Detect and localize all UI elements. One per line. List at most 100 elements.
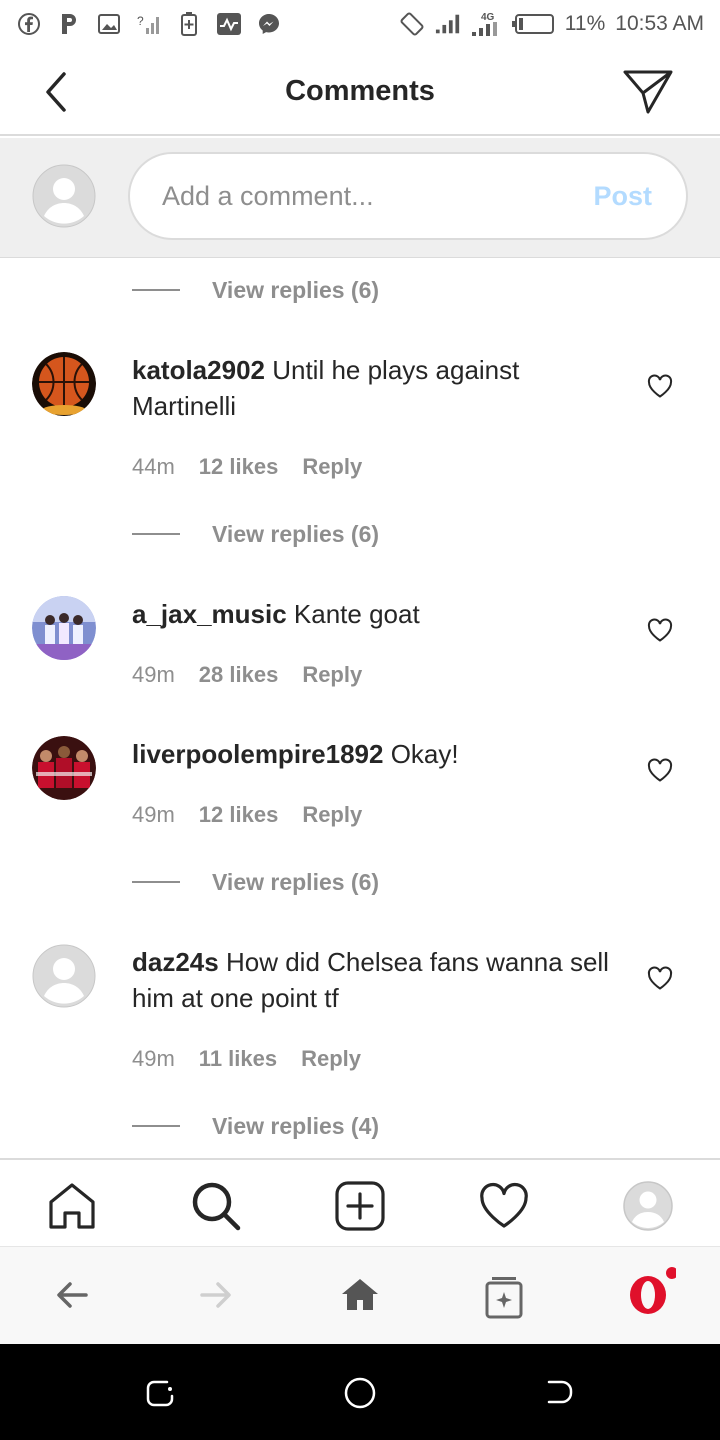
recents-icon — [146, 1380, 174, 1407]
signal-4g-icon: 4G — [471, 11, 501, 37]
chevron-left-icon — [46, 72, 66, 112]
recents-button[interactable] — [143, 1376, 177, 1410]
comment-username[interactable]: liverpoolempire1892 — [132, 739, 383, 769]
comment-meta: 44m 12 likes Reply — [132, 454, 362, 480]
comment-username[interactable]: a_jax_music — [132, 599, 287, 629]
avatar[interactable] — [32, 352, 96, 416]
system-navigation — [0, 1344, 720, 1440]
comment-likes[interactable]: 12 likes — [199, 454, 279, 480]
reply-button[interactable]: Reply — [302, 802, 362, 828]
arrow-left-icon — [57, 1282, 88, 1308]
home-icon — [49, 1183, 95, 1229]
comment-likes[interactable]: 28 likes — [199, 662, 279, 688]
like-heart-icon[interactable] — [646, 616, 674, 644]
default-avatar-icon — [32, 164, 96, 228]
comment-meta: 49m 12 likes Reply — [132, 802, 362, 828]
comment-username[interactable]: daz24s — [132, 947, 219, 977]
group-photo-avatar — [32, 596, 96, 660]
battery-icon — [511, 11, 555, 37]
default-avatar-icon — [32, 944, 96, 1008]
comment-input[interactable]: Add a comment... Post — [128, 152, 688, 240]
tabs-icon — [485, 1277, 523, 1319]
comment-message: Okay! — [390, 739, 459, 769]
search-icon — [192, 1182, 241, 1231]
comment-input-placeholder: Add a comment... — [162, 181, 374, 211]
like-heart-icon[interactable] — [646, 964, 674, 992]
comment-likes[interactable]: 11 likes — [199, 1046, 277, 1072]
avatar[interactable] — [32, 944, 96, 1008]
view-replies-label: View replies (6) — [212, 868, 380, 895]
home-filled-icon — [342, 1279, 378, 1310]
view-replies-label: View replies (6) — [212, 520, 380, 547]
comment-text: katola2902 Until he plays against Martin… — [132, 352, 612, 424]
circle-home-icon — [344, 1377, 376, 1409]
gallery-icon — [96, 11, 122, 37]
p-icon — [56, 11, 82, 37]
facebook-icon — [16, 11, 42, 37]
bottom-navigation — [0, 1158, 720, 1246]
browser-forward-button[interactable] — [196, 1275, 236, 1315]
profile-avatar-icon — [623, 1181, 673, 1231]
basketball-avatar — [32, 352, 96, 416]
opera-menu-button[interactable] — [626, 1267, 678, 1317]
comment-time: 44m — [132, 454, 175, 479]
comment-meta: 49m 11 likes Reply — [132, 1046, 361, 1072]
svg-text:4G: 4G — [481, 12, 495, 23]
home-tab[interactable] — [46, 1180, 98, 1232]
svg-text:?: ? — [137, 14, 144, 28]
back-system-button[interactable] — [543, 1376, 577, 1410]
reply-button[interactable]: Reply — [301, 1046, 361, 1072]
direct-send-icon — [623, 70, 673, 114]
avatar — [32, 164, 96, 228]
search-tab[interactable] — [190, 1180, 242, 1232]
header: Comments — [0, 48, 720, 136]
signal-icon — [435, 11, 461, 37]
comment-likes[interactable]: 12 likes — [199, 802, 279, 828]
profile-tab[interactable] — [622, 1180, 674, 1232]
opera-logo-icon — [630, 1267, 678, 1314]
like-heart-icon[interactable] — [646, 756, 674, 784]
clock: 10:53 AM — [615, 12, 704, 35]
browser-back-button[interactable] — [52, 1275, 92, 1315]
like-heart-icon[interactable] — [646, 372, 674, 400]
browser-toolbar — [0, 1246, 720, 1344]
new-post-tab[interactable] — [334, 1180, 386, 1232]
view-replies-button[interactable]: View replies (6) — [132, 270, 379, 310]
activity-tab[interactable] — [478, 1180, 530, 1232]
heart-icon — [480, 1182, 528, 1228]
comment-time: 49m — [132, 802, 175, 827]
post-button[interactable]: Post — [593, 181, 652, 212]
team-photo-avatar — [32, 736, 96, 800]
back-system-icon — [547, 1380, 573, 1404]
comment-text: a_jax_music Kante goat — [132, 596, 612, 632]
view-replies-button[interactable]: View replies (4) — [132, 1106, 379, 1146]
battery-saver-icon — [176, 11, 202, 37]
browser-home-button[interactable] — [340, 1275, 380, 1315]
home-system-button[interactable] — [343, 1376, 377, 1410]
comment-text: liverpoolempire1892 Okay! — [132, 736, 612, 772]
comment-list[interactable]: View replies (6) katola2902 Until he pla… — [0, 258, 720, 1158]
comment-message: Kante goat — [293, 599, 420, 629]
add-square-icon — [335, 1181, 385, 1231]
browser-tabs-button[interactable] — [484, 1275, 524, 1319]
battery-percent: 11% — [564, 12, 606, 35]
avatar[interactable] — [32, 596, 96, 660]
back-button[interactable] — [36, 70, 76, 114]
comment-time: 49m — [132, 1046, 175, 1071]
share-button[interactable] — [622, 68, 674, 116]
reply-button[interactable]: Reply — [302, 662, 362, 688]
status-bar: ? 4G 11% 10:53 AM — [0, 0, 720, 48]
view-replies-button[interactable]: View replies (6) — [132, 514, 379, 554]
reply-button[interactable]: Reply — [302, 454, 362, 480]
avatar[interactable] — [32, 736, 96, 800]
comment-time: 49m — [132, 662, 175, 687]
comment-meta: 49m 28 likes Reply — [132, 662, 362, 688]
view-replies-button[interactable]: View replies (6) — [132, 862, 379, 902]
view-replies-label: View replies (4) — [212, 1112, 380, 1139]
view-replies-label: View replies (6) — [212, 276, 380, 303]
comment-text: daz24s How did Chelsea fans wanna sell h… — [132, 944, 612, 1016]
rotation-icon — [399, 11, 425, 37]
comment-username[interactable]: katola2902 — [132, 355, 265, 385]
arrow-right-icon — [200, 1282, 231, 1308]
activity-icon — [216, 11, 242, 37]
